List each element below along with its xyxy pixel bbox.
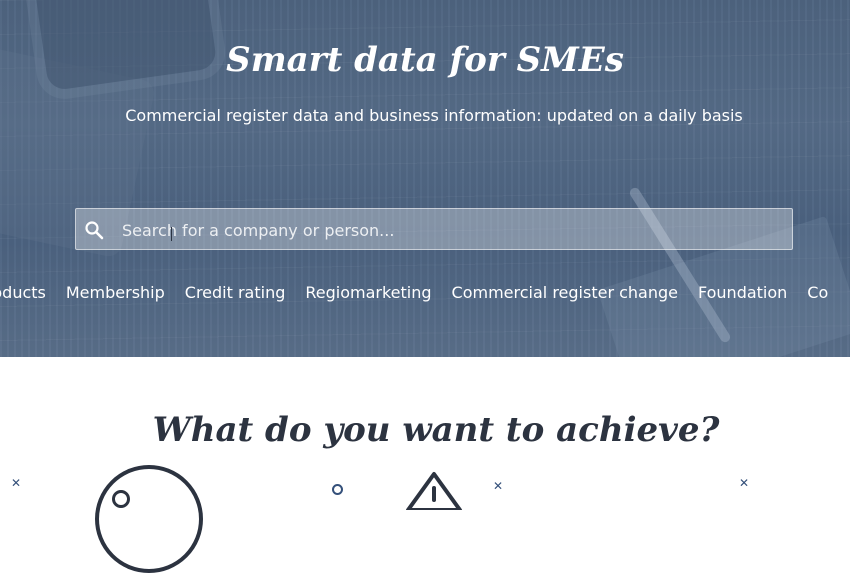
nav-item-membership[interactable]: Membership — [56, 282, 175, 304]
cross-decoration: ✕ — [493, 479, 504, 493]
search-icon[interactable] — [84, 220, 104, 240]
warning-illustration — [406, 472, 462, 510]
nav-item-foundation[interactable]: Foundation — [688, 282, 797, 304]
nav-item-credit-rating[interactable]: Credit rating — [175, 282, 296, 304]
target-illustration — [95, 465, 203, 573]
section-title: What do you want to achieve? — [152, 410, 720, 450]
hero-banner: Smart data for SMEs Commercial register … — [0, 0, 850, 357]
nav-item-products[interactable]: products — [0, 282, 56, 304]
cross-decoration: ✕ — [739, 476, 750, 490]
text-cursor — [171, 227, 172, 241]
hero-subtitle: Commercial register data and business in… — [125, 106, 743, 125]
nav-item-co[interactable]: Co — [797, 282, 838, 304]
hero-title: Smart data for SMEs — [226, 40, 624, 80]
ring-decoration — [332, 484, 343, 495]
target-illustration-detail — [112, 490, 130, 508]
nav-item-commercial-register-change[interactable]: Commercial register change — [442, 282, 688, 304]
search-input[interactable] — [120, 209, 784, 251]
nav-item-regiomarketing[interactable]: Regiomarketing — [295, 282, 441, 304]
cross-decoration: ✕ — [11, 476, 22, 490]
search-bar[interactable] — [75, 208, 793, 251]
category-nav: products Membership Credit rating Regiom… — [0, 282, 838, 304]
